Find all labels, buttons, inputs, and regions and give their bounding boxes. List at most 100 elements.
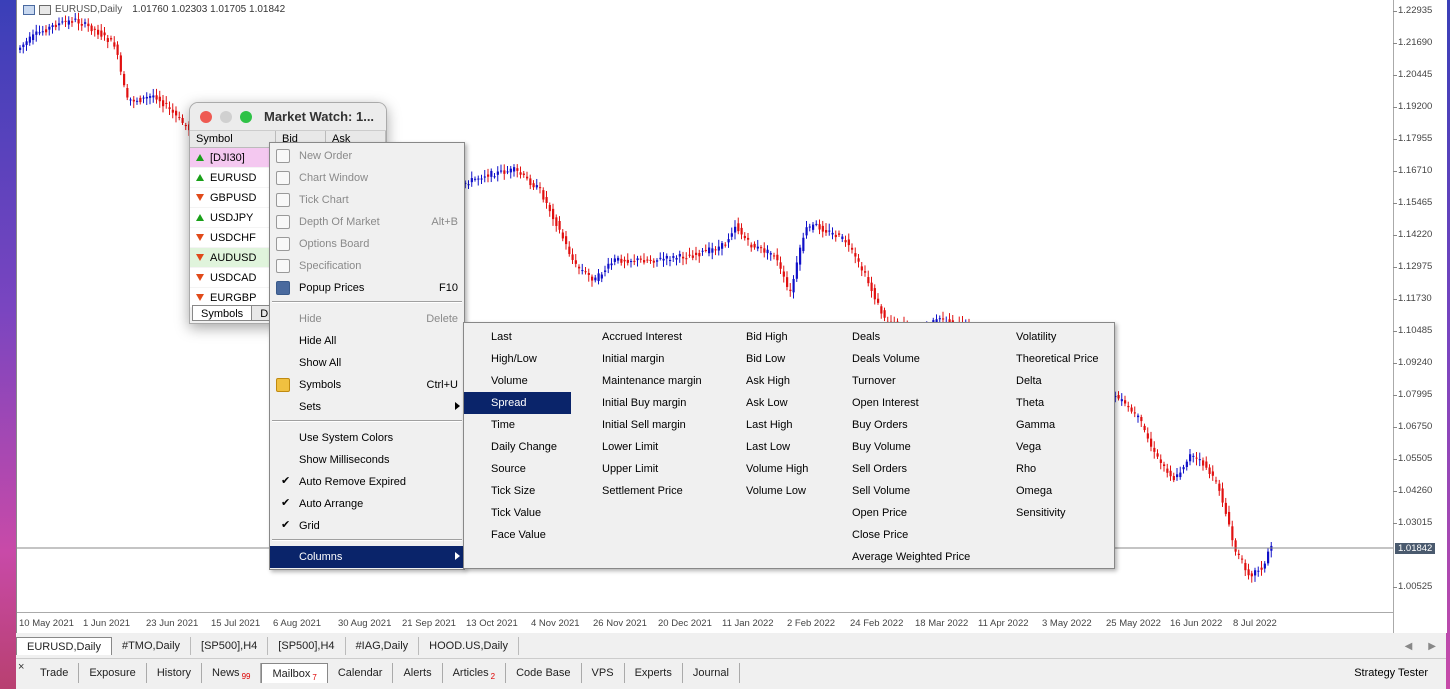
column-option-ask-low[interactable]: Ask Low bbox=[719, 392, 819, 414]
market-watch-titlebar[interactable]: Market Watch: 1... bbox=[190, 103, 386, 131]
menu-item-symbols[interactable]: Symbols Ctrl+U bbox=[270, 374, 464, 396]
column-option-time[interactable]: Time bbox=[464, 414, 571, 436]
menu-item-sets[interactable]: Sets bbox=[270, 396, 464, 418]
chart-tab[interactable]: [SP500],H4 bbox=[268, 637, 346, 655]
toolbox-tab-mailbox[interactable]: Mailbox 7 bbox=[261, 663, 328, 683]
column-option-turnover[interactable]: Turnover bbox=[825, 370, 985, 392]
column-option-settlement-price[interactable]: Settlement Price bbox=[575, 480, 715, 502]
toolbox-tab-history[interactable]: History bbox=[147, 663, 203, 683]
column-option-open-interest[interactable]: Open Interest bbox=[825, 392, 985, 414]
scroll-right-icon[interactable]: ▶ bbox=[1428, 641, 1436, 652]
chart-tab[interactable]: [SP500],H4 bbox=[191, 637, 269, 655]
tab-symbols[interactable]: Symbols bbox=[192, 305, 253, 321]
candle-body bbox=[656, 260, 659, 262]
column-option-deals-volume[interactable]: Deals Volume bbox=[825, 348, 985, 370]
toolbox-tab-trade[interactable]: Trade bbox=[30, 663, 80, 683]
toolbox-tab-experts[interactable]: Experts bbox=[625, 663, 683, 683]
column-option-close-price[interactable]: Close Price bbox=[825, 524, 985, 546]
column-option-lower-limit[interactable]: Lower Limit bbox=[575, 436, 715, 458]
menu-item-show-milliseconds[interactable]: Show Milliseconds bbox=[270, 449, 464, 471]
menu-item-grid[interactable]: ✔ Grid bbox=[270, 515, 464, 537]
column-option-sensitivity[interactable]: Sensitivity bbox=[989, 502, 1113, 524]
candle-body bbox=[1137, 415, 1140, 418]
close-window-icon[interactable] bbox=[200, 110, 212, 123]
menu-item-hide[interactable]: Hide Delete bbox=[270, 308, 464, 330]
column-option-bid-low[interactable]: Bid Low bbox=[719, 348, 819, 370]
chart-tab[interactable]: EURUSD,Daily bbox=[16, 637, 112, 655]
column-option-gamma[interactable]: Gamma bbox=[989, 414, 1113, 436]
chart-ohlc: 1.01760 1.02303 1.01705 1.01842 bbox=[132, 4, 286, 15]
menu-item-options-board[interactable]: Options Board bbox=[270, 233, 464, 255]
menu-item-chart-window[interactable]: Chart Window bbox=[270, 167, 464, 189]
toolbox-tab-calendar[interactable]: Calendar bbox=[328, 663, 394, 683]
toolbox-tab-articles[interactable]: Articles 2 bbox=[443, 663, 507, 683]
column-option-sell-volume[interactable]: Sell Volume bbox=[825, 480, 985, 502]
column-option-daily-change[interactable]: Daily Change bbox=[464, 436, 571, 458]
column-option-source[interactable]: Source bbox=[464, 458, 571, 480]
column-option-average-weighted-price[interactable]: Average Weighted Price bbox=[825, 546, 985, 568]
column-option-buy-orders[interactable]: Buy Orders bbox=[825, 414, 985, 436]
toolbox-tab-exposure[interactable]: Exposure bbox=[79, 663, 147, 683]
toolbox-tab-journal[interactable]: Journal bbox=[683, 663, 740, 683]
menu-item-show-all[interactable]: Show All bbox=[270, 352, 464, 374]
column-option-theoretical-price[interactable]: Theoretical Price bbox=[989, 348, 1113, 370]
menu-item-auto-arrange[interactable]: ✔ Auto Arrange bbox=[270, 493, 464, 515]
time-tick: 6 Aug 2021 bbox=[273, 618, 322, 629]
minimize-window-icon[interactable] bbox=[220, 110, 232, 123]
column-option-sell-orders[interactable]: Sell Orders bbox=[825, 458, 985, 480]
chart-tab[interactable]: HOOD.US,Daily bbox=[419, 637, 519, 655]
strategy-tester-button[interactable]: Strategy Tester bbox=[1354, 667, 1428, 679]
column-option-buy-volume[interactable]: Buy Volume bbox=[825, 436, 985, 458]
menu-item-columns[interactable]: Columns bbox=[270, 546, 464, 568]
toolbox-tab-alerts[interactable]: Alerts bbox=[393, 663, 443, 683]
column-option-open-price[interactable]: Open Price bbox=[825, 502, 985, 524]
menu-item-tick-chart[interactable]: Tick Chart bbox=[270, 189, 464, 211]
chart-tab[interactable]: #IAG,Daily bbox=[346, 637, 420, 655]
chart-tab[interactable]: #TMO,Daily bbox=[112, 637, 192, 655]
column-option-volume-high[interactable]: Volume High bbox=[719, 458, 819, 480]
menu-item-auto-remove-expired[interactable]: ✔ Auto Remove Expired bbox=[270, 471, 464, 493]
toolbox-tab-code-base[interactable]: Code Base bbox=[506, 663, 582, 683]
column-option-volume-low[interactable]: Volume Low bbox=[719, 480, 819, 502]
column-option-rho[interactable]: Rho bbox=[989, 458, 1113, 480]
menu-item-use-system-colors[interactable]: Use System Colors bbox=[270, 427, 464, 449]
close-icon[interactable]: × bbox=[18, 661, 24, 673]
column-option-upper-limit[interactable]: Upper Limit bbox=[575, 458, 715, 480]
desktop-background bbox=[0, 0, 16, 689]
column-option-face-value[interactable]: Face Value bbox=[464, 524, 571, 546]
column-option-bid-high[interactable]: Bid High bbox=[719, 326, 819, 348]
column-option-ask-high[interactable]: Ask High bbox=[719, 370, 819, 392]
candle-body bbox=[760, 247, 763, 249]
column-option-last-low[interactable]: Last Low bbox=[719, 436, 819, 458]
column-option-accrued-interest[interactable]: Accrued Interest bbox=[575, 326, 715, 348]
menu-item-specification[interactable]: Specification bbox=[270, 255, 464, 277]
chart-menu-icon[interactable] bbox=[23, 4, 35, 15]
column-option-deals[interactable]: Deals bbox=[825, 326, 985, 348]
scroll-left-icon[interactable]: ◀ bbox=[1405, 641, 1413, 652]
maximize-window-icon[interactable] bbox=[240, 110, 252, 123]
column-option-initial-buy-margin[interactable]: Initial Buy margin bbox=[575, 392, 715, 414]
column-option-last[interactable]: Last bbox=[464, 326, 571, 348]
menu-item-new-order[interactable]: New Order bbox=[270, 145, 464, 167]
column-option-spread[interactable]: Spread bbox=[464, 392, 571, 414]
column-option-initial-sell-margin[interactable]: Initial Sell margin bbox=[575, 414, 715, 436]
menu-item-depth-of-market[interactable]: Depth Of Market Alt+B bbox=[270, 211, 464, 233]
column-option-volatility[interactable]: Volatility bbox=[989, 326, 1113, 348]
menu-item-popup-prices[interactable]: Popup Prices F10 bbox=[270, 277, 464, 299]
column-option-maintenance-margin[interactable]: Maintenance margin bbox=[575, 370, 715, 392]
toolbox-tab-news[interactable]: News 99 bbox=[202, 663, 262, 683]
column-option-vega[interactable]: Vega bbox=[989, 436, 1113, 458]
column-option-tick-value[interactable]: Tick Value bbox=[464, 502, 571, 524]
column-option-initial-margin[interactable]: Initial margin bbox=[575, 348, 715, 370]
column-option-high-low[interactable]: High/Low bbox=[464, 348, 571, 370]
toolbox-tab-vps[interactable]: VPS bbox=[582, 663, 625, 683]
chart-grid-icon[interactable] bbox=[39, 4, 51, 15]
column-header-symbol[interactable]: Symbol bbox=[190, 131, 276, 147]
column-option-omega[interactable]: Omega bbox=[989, 480, 1113, 502]
column-option-tick-size[interactable]: Tick Size bbox=[464, 480, 571, 502]
menu-item-hide-all[interactable]: Hide All bbox=[270, 330, 464, 352]
column-option-volume[interactable]: Volume bbox=[464, 370, 571, 392]
column-option-last-high[interactable]: Last High bbox=[719, 414, 819, 436]
column-option-delta[interactable]: Delta bbox=[989, 370, 1113, 392]
column-option-theta[interactable]: Theta bbox=[989, 392, 1113, 414]
